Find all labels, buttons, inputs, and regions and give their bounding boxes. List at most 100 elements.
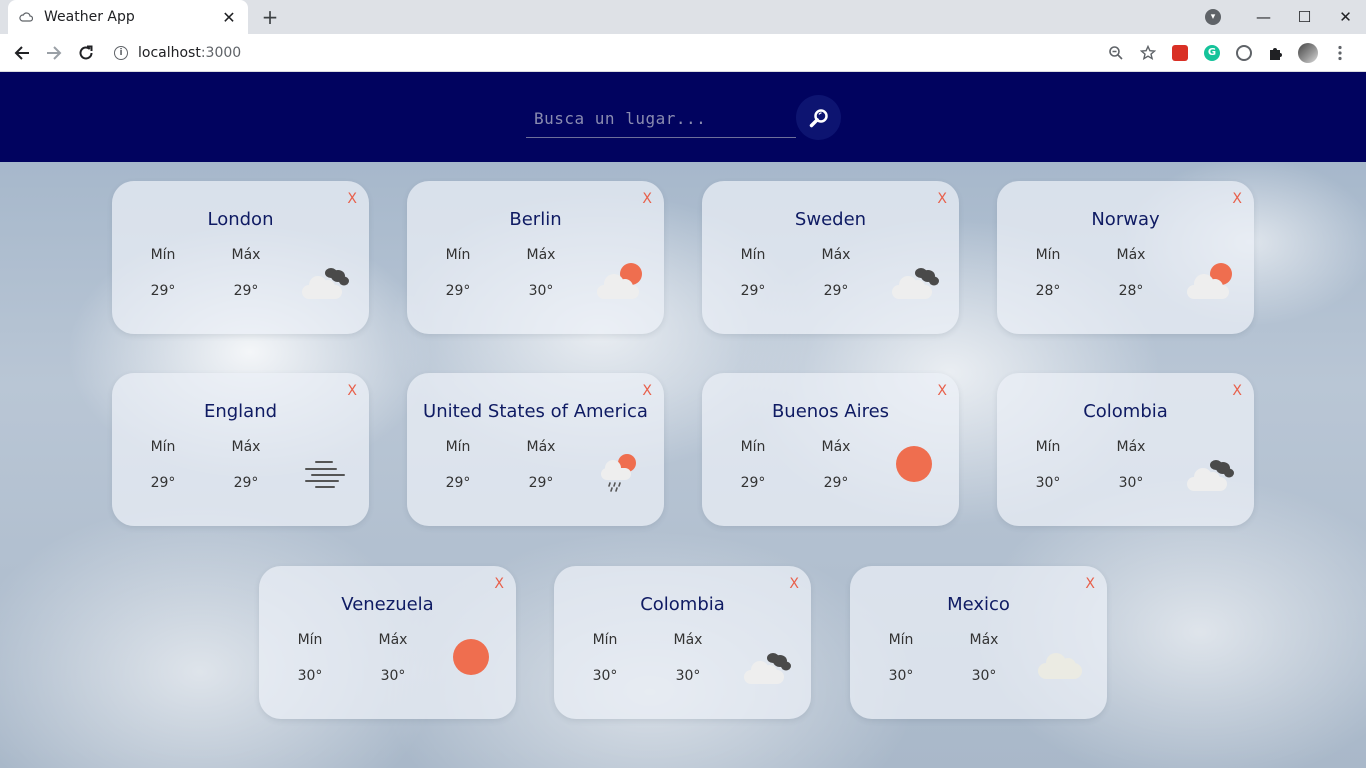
back-icon[interactable] [6, 37, 38, 69]
min-temp: 30° [592, 668, 618, 684]
grammarly-icon[interactable]: G [1196, 37, 1228, 69]
cloudy-night-icon [888, 261, 944, 305]
maximize-icon[interactable]: ☐ [1284, 0, 1325, 34]
remove-card-button[interactable]: X [937, 191, 947, 207]
min-label: Mín [592, 632, 618, 648]
max-label: Máx [526, 247, 556, 263]
extension-gray-icon[interactable] [1228, 37, 1260, 69]
weather-card: X Colombia Mín Máx 30° 30° [554, 566, 811, 719]
search-button[interactable] [796, 95, 841, 140]
remove-card-button[interactable]: X [347, 191, 357, 207]
max-temp: 28° [1118, 283, 1144, 299]
min-temp: 29° [150, 283, 176, 299]
weather-card: X Venezuela Mín Máx 30° 30° [259, 566, 516, 719]
bookmark-star-icon[interactable] [1132, 37, 1164, 69]
cloudy-night-icon [298, 261, 354, 305]
grammarly-badge: G [1204, 44, 1220, 61]
max-temp: 29° [823, 475, 849, 491]
remove-card-button[interactable]: X [1232, 191, 1242, 207]
city-name: Berlin [509, 209, 562, 230]
minimize-icon[interactable]: — [1243, 0, 1284, 34]
min-label: Mín [740, 439, 766, 455]
search-icon [809, 108, 828, 127]
profile-avatar[interactable] [1292, 37, 1324, 69]
min-label: Mín [445, 439, 471, 455]
min-temp: 30° [1035, 475, 1061, 491]
new-tab-button[interactable]: + [259, 5, 281, 29]
reload-icon[interactable] [70, 37, 102, 69]
avatar [1298, 42, 1318, 63]
remove-card-button[interactable]: X [789, 576, 799, 592]
weather-card: X England Mín Máx 29° 29° [112, 373, 369, 526]
min-temp: 29° [150, 475, 176, 491]
tab-title: Weather App [44, 9, 135, 25]
min-temp: 30° [888, 668, 914, 684]
sun-icon [451, 637, 491, 681]
app-header [0, 72, 1366, 162]
max-label: Máx [526, 439, 556, 455]
url-host: localhost [138, 44, 201, 61]
city-name: London [207, 209, 274, 230]
max-label: Máx [1116, 439, 1146, 455]
max-temp: 29° [233, 475, 259, 491]
city-name: Mexico [947, 594, 1010, 615]
weather-card: X Mexico Mín Máx 30° 30° [850, 566, 1107, 719]
url-text: localhost:3000 [138, 45, 241, 61]
remove-card-button[interactable]: X [347, 383, 357, 399]
max-label: Máx [673, 632, 703, 648]
city-name: Norway [1091, 209, 1160, 230]
sun-icon [894, 444, 934, 488]
city-name: England [203, 401, 278, 422]
extension-red-badge [1172, 44, 1188, 61]
remove-card-button[interactable]: X [1232, 383, 1242, 399]
remove-card-button[interactable]: X [494, 576, 504, 592]
city-name: Buenos Aires [771, 401, 890, 422]
browser-toolbar: i localhost:3000 G [0, 34, 1366, 72]
address-bar[interactable]: i localhost:3000 [114, 38, 1100, 68]
min-label: Mín [888, 632, 914, 648]
close-window-icon[interactable]: ✕ [1325, 0, 1366, 34]
max-temp: 29° [528, 475, 554, 491]
remove-card-button[interactable]: X [642, 191, 652, 207]
min-label: Mín [1035, 439, 1061, 455]
max-temp: 30° [528, 283, 554, 299]
max-temp: 30° [675, 668, 701, 684]
cloudy-night-icon [740, 646, 796, 690]
search-input[interactable] [526, 100, 796, 138]
extension-red-icon[interactable] [1164, 37, 1196, 69]
weather-card: X United States of America Mín Máx 29° 2… [407, 373, 664, 526]
weather-card: X Norway Mín Máx 28° 28° [997, 181, 1254, 334]
min-label: Mín [297, 632, 323, 648]
city-name: Colombia [1083, 401, 1168, 422]
max-label: Máx [231, 439, 261, 455]
extensions-puzzle-icon[interactable] [1260, 37, 1292, 69]
more-menu-icon[interactable] [1324, 37, 1356, 69]
weather-card: X Sweden Mín Máx 29° 29° [702, 181, 959, 334]
partly-cloudy-icon [1183, 261, 1239, 305]
chevron-down-icon[interactable]: ▾ [1205, 9, 1221, 25]
tab-close-icon[interactable]: ✕ [220, 8, 238, 27]
weather-card: X Colombia Mín Máx 30° 30° [997, 373, 1254, 526]
forward-icon[interactable] [38, 37, 70, 69]
browser-tab[interactable]: Weather App ✕ [8, 0, 248, 34]
min-label: Mín [150, 439, 176, 455]
min-temp: 29° [445, 475, 471, 491]
remove-card-button[interactable]: X [1085, 576, 1095, 592]
weather-card: X Buenos Aires Mín Máx 29° 29° [702, 373, 959, 526]
weather-card: X Berlin Mín Máx 29° 30° [407, 181, 664, 334]
zoom-icon[interactable] [1100, 37, 1132, 69]
remove-card-button[interactable]: X [937, 383, 947, 399]
min-temp: 30° [297, 668, 323, 684]
city-name: Sweden [794, 209, 867, 230]
city-name: Venezuela [341, 594, 434, 615]
fog-icon [302, 459, 346, 493]
min-temp: 29° [740, 283, 766, 299]
max-label: Máx [969, 632, 999, 648]
max-label: Máx [378, 632, 408, 648]
min-label: Mín [445, 247, 471, 263]
min-temp: 29° [445, 283, 471, 299]
min-temp: 29° [740, 475, 766, 491]
remove-card-button[interactable]: X [642, 383, 652, 399]
info-icon[interactable]: i [114, 45, 128, 60]
cloud-icon [18, 9, 34, 25]
